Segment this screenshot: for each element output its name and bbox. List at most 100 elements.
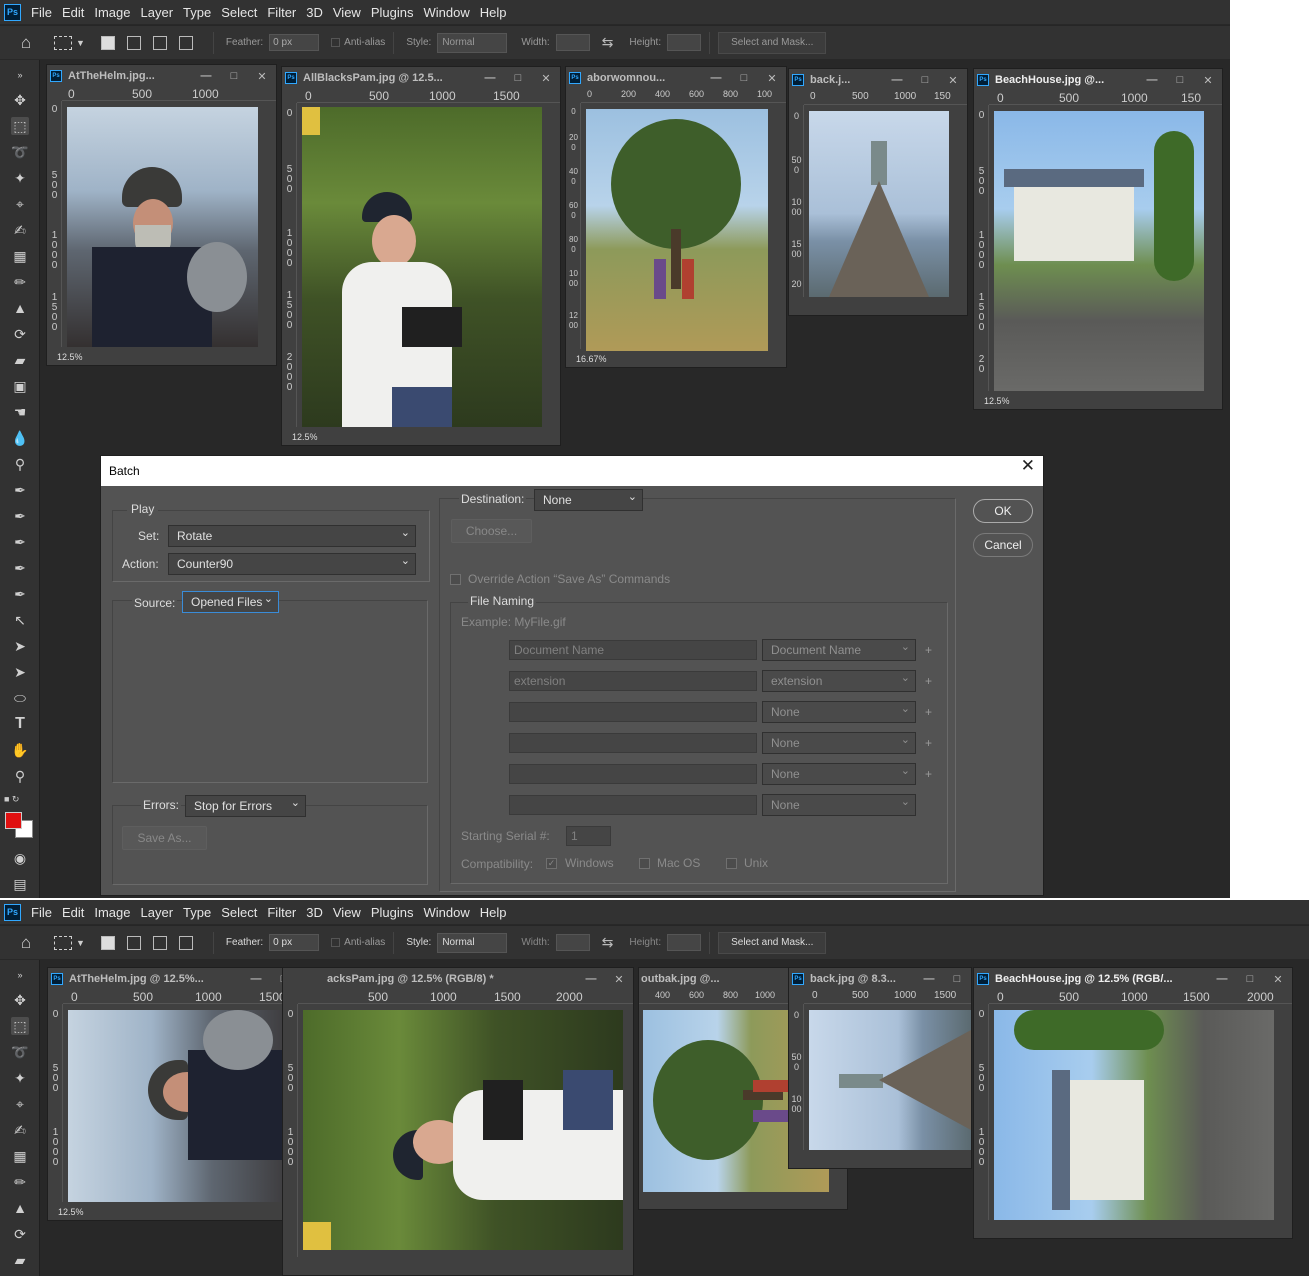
rectangular-marquee-icon[interactable]	[54, 35, 72, 50]
naming-select[interactable]: None	[762, 792, 916, 816]
menu-plugins[interactable]: Plugins	[371, 5, 414, 20]
eyedropper-tool-icon[interactable]: ✍	[11, 221, 29, 239]
quick-mask-icon[interactable]: ◉	[11, 849, 29, 867]
action-select[interactable]: Counter90	[168, 551, 416, 575]
add-row-icon[interactable]: +	[925, 674, 932, 688]
document-tab[interactable]: Ps aborwomnou... — □ ✕	[566, 67, 786, 89]
collapse-icon[interactable]: »	[11, 966, 29, 984]
select-and-mask-button[interactable]: Select and Mask...	[718, 31, 827, 54]
unix-checkbox[interactable]	[726, 858, 737, 869]
freeform-pen-tool-icon[interactable]: ✒	[11, 507, 29, 525]
width-input[interactable]	[555, 34, 590, 51]
minimize-icon[interactable]: —	[883, 74, 911, 86]
collapse-icon[interactable]: »	[11, 66, 29, 84]
maximize-icon[interactable]: □	[911, 74, 939, 86]
menu-type[interactable]: Type	[183, 5, 211, 20]
healing-brush-tool-icon[interactable]: ▦	[11, 1147, 29, 1165]
add-anchor-tool-icon[interactable]: ✒	[11, 533, 29, 551]
menu-type[interactable]: Type	[183, 905, 211, 920]
close-icon[interactable]: ✕	[532, 72, 560, 85]
naming-select[interactable]: None	[762, 761, 916, 785]
direct-selection-tool-icon[interactable]: ➤	[11, 637, 29, 655]
choose-button[interactable]: Choose...	[451, 519, 532, 543]
menu-plugins[interactable]: Plugins	[371, 905, 414, 920]
feather-input[interactable]: 0 px	[269, 34, 320, 51]
style-select[interactable]: Normal	[437, 932, 508, 953]
foreground-color-swatch[interactable]	[5, 812, 22, 829]
document-window[interactable]: Ps aborwomnou... — □ ✕ 0 200 400 600 800 100 0 200…	[565, 66, 787, 368]
healing-brush-tool-icon[interactable]: ▦	[11, 247, 29, 265]
smudge-tool-icon[interactable]: ☚	[11, 403, 29, 421]
height-input[interactable]	[667, 934, 702, 951]
menu-edit[interactable]: Edit	[62, 5, 84, 20]
blur-tool-icon[interactable]: 💧	[11, 429, 29, 447]
path-selection-tool-icon[interactable]: ↖	[11, 611, 29, 629]
clone-stamp-tool-icon[interactable]: ▲	[11, 299, 29, 317]
eyedropper-tool-icon[interactable]: ✍	[11, 1121, 29, 1139]
marquee-tool-icon[interactable]: ⬚	[11, 117, 29, 135]
crop-tool-icon[interactable]: ⌖	[11, 1095, 29, 1113]
maximize-icon[interactable]: □	[504, 72, 532, 84]
minimize-icon[interactable]: —	[577, 973, 605, 985]
add-row-icon[interactable]: +	[925, 736, 932, 750]
menu-select[interactable]: Select	[221, 905, 257, 920]
crop-tool-icon[interactable]: ⌖	[11, 195, 29, 213]
menu-image[interactable]: Image	[94, 5, 130, 20]
document-window[interactable]: acksPam.jpg @ 12.5% (RGB/8) * — ✕ 500 1000 1…	[282, 967, 634, 1276]
menu-image[interactable]: Image	[94, 905, 130, 920]
subtract-selection-icon[interactable]	[152, 935, 167, 950]
maximize-icon[interactable]: □	[1236, 973, 1264, 985]
menu-3d[interactable]: 3D	[306, 5, 323, 20]
close-icon[interactable]: ✕	[1264, 973, 1292, 986]
source-select[interactable]: Opened Files	[182, 589, 279, 613]
antialias-checkbox[interactable]	[331, 938, 341, 947]
intersect-selection-icon[interactable]	[178, 35, 193, 50]
history-brush-tool-icon[interactable]: ⟳	[11, 1225, 29, 1243]
menu-file[interactable]: File	[31, 905, 52, 920]
menu-filter[interactable]: Filter	[267, 5, 296, 20]
lasso-tool-icon[interactable]: ➰	[11, 143, 29, 161]
set-select[interactable]: Rotate	[168, 523, 416, 547]
naming-text-field[interactable]: Document Name	[509, 640, 757, 660]
minimize-icon[interactable]: —	[915, 973, 943, 985]
menu-file[interactable]: File	[31, 5, 52, 20]
ellipse-tool-icon[interactable]: ⬭	[11, 689, 29, 707]
maximize-icon[interactable]: □	[730, 72, 758, 84]
document-tab[interactable]: Ps back.j... — □ ✕	[789, 69, 967, 91]
menu-3d[interactable]: 3D	[306, 905, 323, 920]
windows-checkbox[interactable]: ✓	[546, 858, 557, 869]
clone-stamp-tool-icon[interactable]: ▲	[11, 1199, 29, 1217]
menu-filter[interactable]: Filter	[267, 905, 296, 920]
chevron-down-icon[interactable]: ▼	[76, 938, 85, 948]
dodge-tool-icon[interactable]: ⚲	[11, 455, 29, 473]
document-tab[interactable]: acksPam.jpg @ 12.5% (RGB/8) * — ✕	[283, 968, 633, 990]
delete-anchor-tool-icon[interactable]: ✒	[11, 559, 29, 577]
subtract-selection-icon[interactable]	[152, 35, 167, 50]
rectangular-marquee-icon[interactable]	[54, 935, 72, 950]
menu-window[interactable]: Window	[423, 905, 469, 920]
naming-text-field[interactable]	[509, 795, 757, 815]
antialias-checkbox[interactable]	[331, 38, 341, 47]
minimize-icon[interactable]: —	[702, 72, 730, 84]
naming-select[interactable]: None	[762, 699, 916, 723]
new-selection-icon[interactable]	[100, 935, 115, 950]
home-icon[interactable]: ⌂	[16, 33, 36, 52]
hand-tool-icon[interactable]: ✋	[11, 741, 29, 759]
eraser-tool-icon[interactable]: ▰	[11, 351, 29, 369]
select-and-mask-button[interactable]: Select and Mask...	[718, 931, 827, 954]
lasso-tool-icon[interactable]: ➰	[11, 1043, 29, 1061]
override-checkbox[interactable]	[450, 574, 461, 585]
errors-select[interactable]: Stop for Errors	[185, 793, 306, 817]
menu-view[interactable]: View	[333, 905, 361, 920]
document-tab[interactable]: Ps BeachHouse.jpg @ 12.5% (RGB/... — □ ✕	[974, 968, 1292, 990]
close-icon[interactable]: ✕	[1021, 456, 1035, 476]
brush-tool-icon[interactable]: ✏	[11, 1173, 29, 1191]
move-tool-icon[interactable]: ✥	[11, 991, 29, 1009]
naming-text-field[interactable]: extension	[509, 671, 757, 691]
menu-layer[interactable]: Layer	[141, 5, 174, 20]
minimize-icon[interactable]: —	[192, 70, 220, 82]
menu-edit[interactable]: Edit	[62, 905, 84, 920]
style-select[interactable]: Normal	[437, 32, 508, 53]
naming-select[interactable]: extension	[762, 668, 916, 692]
menu-window[interactable]: Window	[423, 5, 469, 20]
